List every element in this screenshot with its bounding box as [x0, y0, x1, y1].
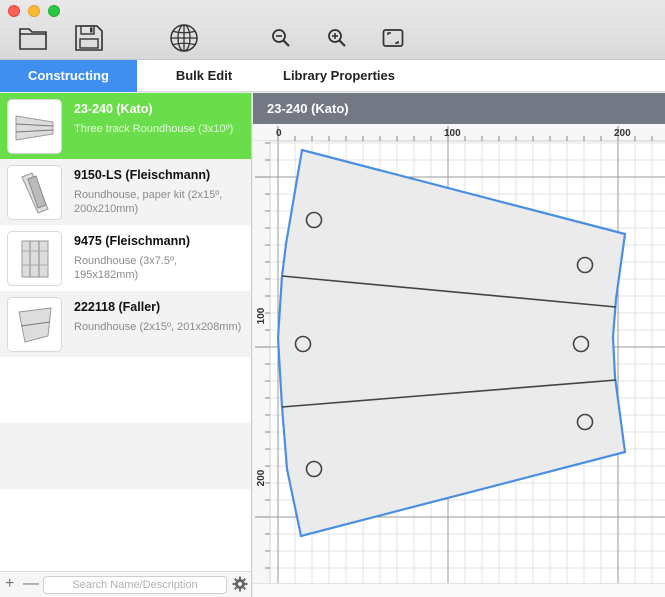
zoom-in-button[interactable]: [320, 22, 354, 54]
item-title: 9475 (Fleischmann): [74, 234, 191, 248]
sidebar-footer: + —: [0, 571, 251, 597]
drawing-canvas[interactable]: 0 100 200 100 200: [253, 124, 665, 583]
item-thumbnail: [7, 231, 62, 286]
ruler-label: 100: [256, 307, 267, 324]
item-title: 9150-LS (Fleischmann): [74, 168, 211, 182]
fit-screen-icon: [382, 29, 404, 47]
window-close-button[interactable]: [8, 5, 20, 17]
ruler-label: 200: [256, 469, 267, 486]
horizontal-scrollbar[interactable]: [253, 583, 665, 597]
editor-panel: 23-240 (Kato) 0 100 200 100 200: [253, 93, 665, 597]
list-item[interactable]: 9150-LS (Fleischmann) Roundhouse, paper …: [0, 159, 251, 225]
window-zoom-button[interactable]: [48, 5, 60, 17]
search-input[interactable]: [43, 576, 227, 594]
gear-icon[interactable]: [232, 576, 248, 592]
list-item[interactable]: 23-240 (Kato) Three track Roundhouse (3x…: [0, 93, 251, 159]
item-thumbnail: [7, 165, 62, 220]
app-window: Constructing Bulk Edit Library Propertie…: [0, 0, 665, 597]
ruler-label: 200: [614, 128, 631, 139]
zoom-out-icon: [272, 29, 290, 47]
empty-row: [0, 357, 251, 423]
floppy-disk-icon: [75, 25, 103, 51]
sidebar: 23-240 (Kato) Three track Roundhouse (3x…: [0, 93, 252, 597]
item-description: Roundhouse, paper kit (2x15º, 200x210mm): [74, 189, 223, 215]
list-item[interactable]: 222118 (Faller) Roundhouse (2x15º, 201x2…: [0, 291, 251, 357]
item-thumbnail: [7, 99, 62, 154]
add-item-button[interactable]: +: [5, 575, 14, 593]
toolbar: [0, 0, 665, 60]
ruler-label: 0: [276, 128, 282, 139]
remove-item-button[interactable]: —: [23, 575, 39, 593]
item-description: Roundhouse (3x7.5º, 195x182mm): [74, 255, 178, 281]
ruler-label: 100: [444, 128, 461, 139]
item-description: Three track Roundhouse (3x10º): [74, 123, 234, 135]
empty-row: [0, 489, 251, 555]
item-title: 222118 (Faller): [74, 300, 161, 314]
list-item[interactable]: 9475 (Fleischmann) Roundhouse (3x7.5º, 1…: [0, 225, 251, 291]
item-description: Roundhouse (2x15º, 201x208mm): [74, 321, 242, 333]
item-title: 23-240 (Kato): [74, 102, 153, 116]
window-minimize-button[interactable]: [28, 5, 40, 17]
save-button[interactable]: [72, 22, 106, 54]
tab-constructing[interactable]: Constructing: [0, 60, 137, 92]
library-button[interactable]: [167, 22, 201, 54]
open-folder-button[interactable]: [16, 22, 50, 54]
editor-title: 23-240 (Kato): [253, 93, 665, 124]
item-thumbnail: [7, 297, 62, 352]
roundhouse-shape[interactable]: [276, 148, 627, 538]
tab-bar: Constructing Bulk Edit Library Propertie…: [0, 60, 665, 92]
tab-library-properties[interactable]: Library Properties: [271, 60, 407, 92]
zoom-in-icon: [328, 29, 346, 47]
fit-to-window-button[interactable]: [376, 22, 410, 54]
empty-row: [0, 423, 251, 489]
folder-icon: [19, 28, 47, 50]
globe-icon: [170, 24, 198, 52]
zoom-out-button[interactable]: [264, 22, 298, 54]
tab-bulk-edit[interactable]: Bulk Edit: [137, 60, 271, 92]
